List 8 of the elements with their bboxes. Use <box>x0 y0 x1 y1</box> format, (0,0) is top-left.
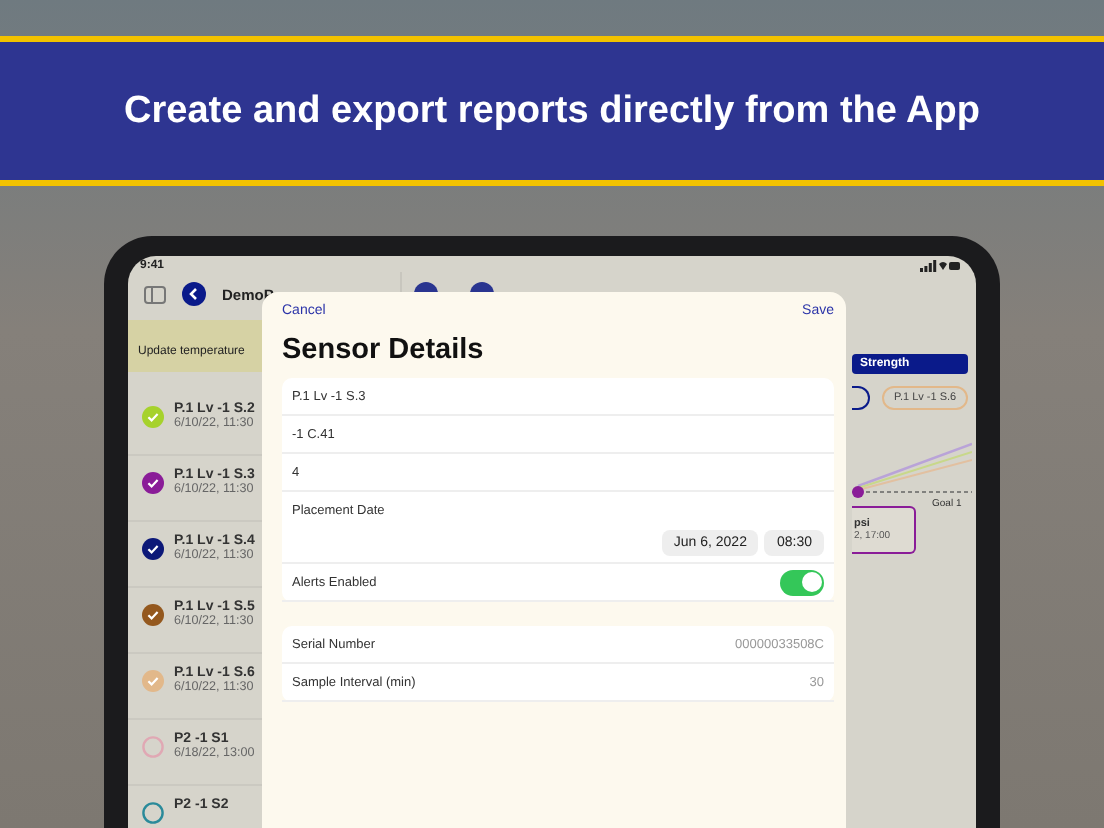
banner-title: Create and export reports directly from the App <box>124 89 980 133</box>
strength-lines-drawing <box>852 442 972 498</box>
alerts-toggle[interactable] <box>780 569 824 595</box>
back-button-icon[interactable] <box>182 282 206 306</box>
sidebar-toggle-icon[interactable] <box>144 285 166 303</box>
sheet-title: Sensor Details <box>282 334 486 366</box>
chip-ring-icon <box>852 386 870 410</box>
status-icons-icon <box>920 260 960 272</box>
